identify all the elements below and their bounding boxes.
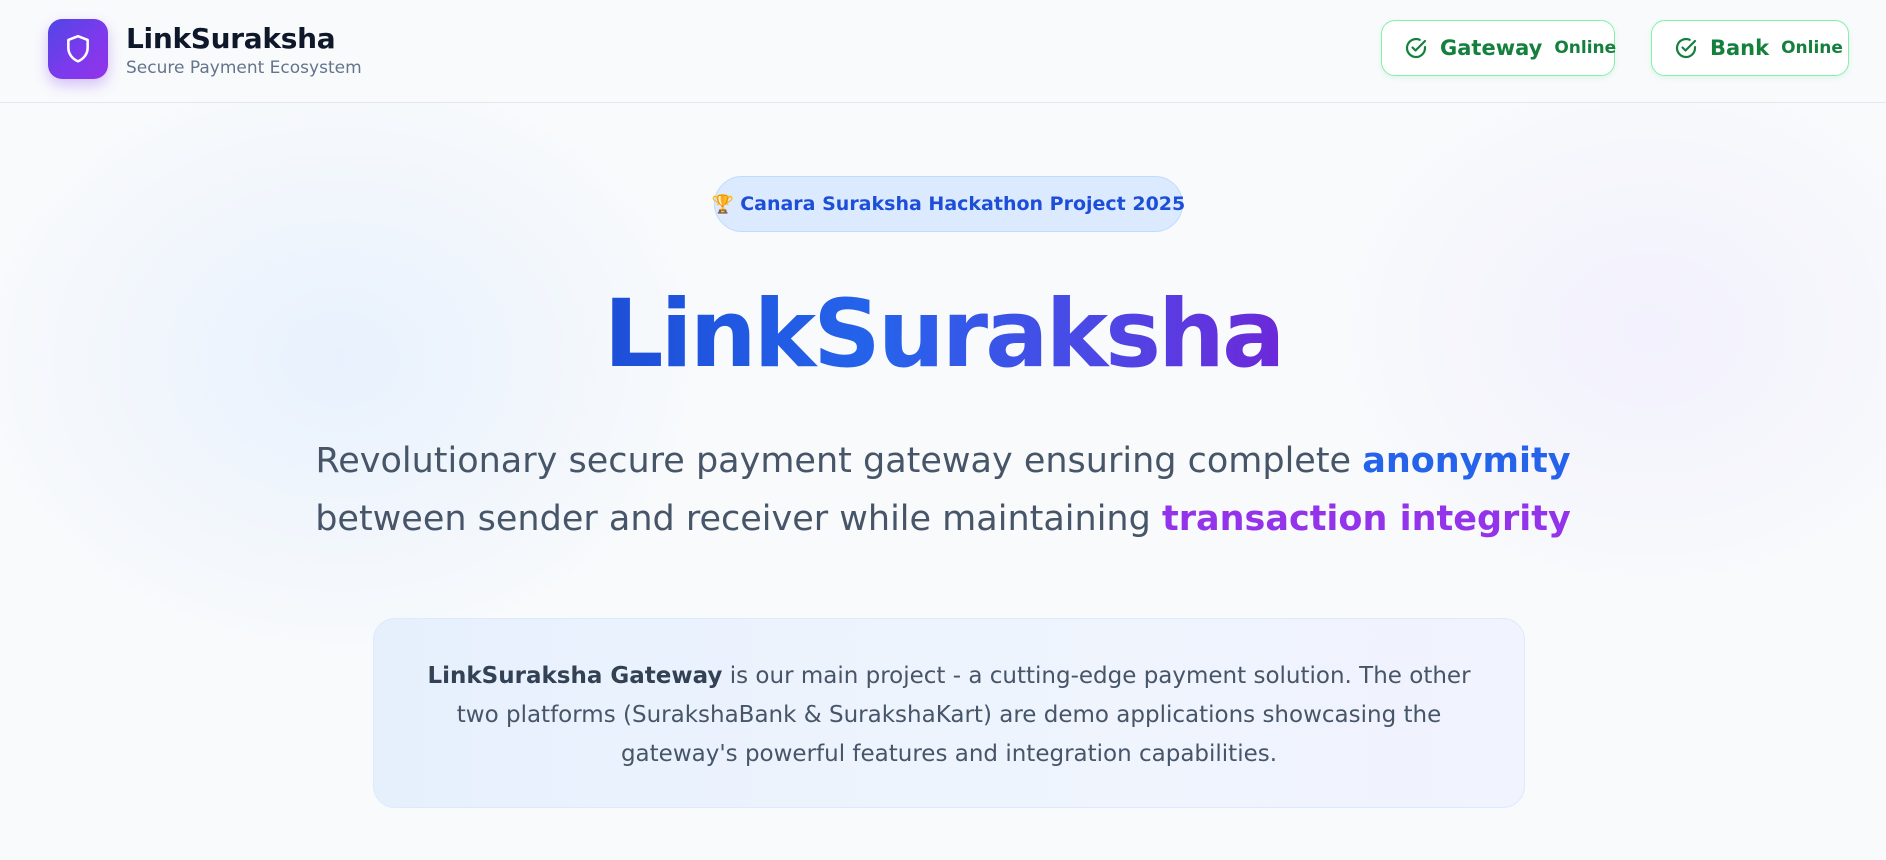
- brand-title: LinkSuraksha: [126, 22, 336, 55]
- tagline-highlight-anonymity: anonymity: [1362, 441, 1571, 481]
- check-circle-icon: [1405, 37, 1427, 59]
- hackathon-badge: 🏆 Canara Suraksha Hackathon Project 2025: [711, 176, 1186, 232]
- hackathon-badge-text: Canara Suraksha Hackathon Project 2025: [740, 193, 1186, 215]
- project-info-card: LinkSuraksha Gateway is our main project…: [373, 618, 1525, 808]
- gateway-status-state: Online: [1554, 38, 1617, 58]
- hero-tagline: Revolutionary secure payment gateway ens…: [240, 432, 1646, 548]
- brand-subtitle: Secure Payment Ecosystem: [126, 58, 362, 78]
- top-header: LinkSuraksha Secure Payment Ecosystem Ga…: [0, 0, 1886, 103]
- tagline-part2: between sender and receiver while mainta…: [315, 499, 1162, 539]
- hero-title-text: LinkSuraksha: [603, 280, 1286, 389]
- hero-title: LinkSuraksha: [0, 280, 1886, 390]
- gateway-status-name: Gateway: [1440, 36, 1543, 60]
- bank-status-name: Bank: [1710, 36, 1770, 60]
- info-card-strong: LinkSuraksha Gateway: [427, 663, 723, 689]
- logo[interactable]: [48, 19, 108, 79]
- bank-status-badge[interactable]: Bank Online: [1651, 20, 1849, 76]
- shield-icon: [67, 34, 89, 63]
- gateway-status-badge[interactable]: Gateway Online: [1381, 20, 1617, 76]
- tagline-highlight-integrity: transaction integrity: [1161, 499, 1571, 539]
- bank-status-state: Online: [1781, 38, 1843, 58]
- trophy-icon: 🏆: [711, 193, 735, 215]
- tagline-part1: Revolutionary secure payment gateway ens…: [315, 441, 1363, 481]
- check-circle-icon: [1675, 37, 1697, 59]
